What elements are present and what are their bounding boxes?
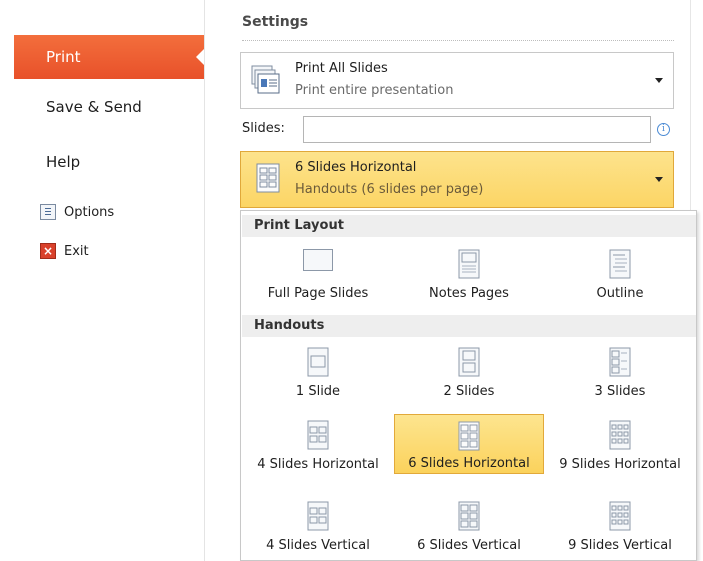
layout-label: Notes Pages bbox=[429, 286, 509, 301]
nav-item-save-send-label: Save & Send bbox=[46, 98, 142, 116]
full-page-slide-icon bbox=[303, 249, 333, 271]
layout-label: Full Page Slides bbox=[267, 286, 369, 301]
outline-icon bbox=[609, 249, 631, 279]
nav-item-print[interactable]: Print bbox=[14, 35, 204, 79]
six-slides-horizontal-icon bbox=[256, 163, 280, 193]
layout-label: 4 Slides Vertical bbox=[266, 538, 370, 553]
layout-label: 4 Slides Horizontal bbox=[257, 457, 379, 472]
print-layout-title: 6 Slides Horizontal bbox=[295, 160, 417, 175]
nav-item-options[interactable]: Options bbox=[40, 204, 114, 220]
print-layout-subtitle: Handouts (6 slides per page) bbox=[295, 182, 484, 197]
three-slides-icon bbox=[609, 347, 631, 377]
print-layout-dropdown[interactable]: 6 Slides Horizontal Handouts (6 slides p… bbox=[240, 151, 674, 208]
handout-1-slide[interactable]: 1 Slide bbox=[243, 341, 393, 401]
nav-item-save-send[interactable]: Save & Send bbox=[46, 98, 142, 116]
handout-6-slides-vertical[interactable]: 6 Slides Vertical bbox=[394, 495, 544, 555]
layout-notes-pages[interactable]: Notes Pages bbox=[394, 243, 544, 303]
settings-heading: Settings bbox=[242, 14, 309, 30]
options-icon bbox=[40, 204, 56, 220]
handout-3-slides[interactable]: 3 Slides bbox=[545, 341, 695, 401]
four-slides-vertical-icon bbox=[307, 501, 329, 531]
handout-9-slides-vertical[interactable]: 9 Slides Vertical bbox=[545, 495, 695, 555]
chevron-down-icon bbox=[655, 177, 663, 182]
nine-slides-vertical-icon bbox=[609, 501, 631, 531]
nav-divider bbox=[204, 0, 205, 561]
notes-pages-icon bbox=[458, 249, 480, 279]
layout-label: 2 Slides bbox=[443, 384, 495, 399]
backstage-nav: Print Save & Send Help Options × Exit bbox=[0, 0, 204, 561]
slides-label: Slides: bbox=[242, 121, 285, 136]
layout-label: Outline bbox=[596, 286, 644, 301]
nav-item-options-label: Options bbox=[64, 204, 115, 220]
two-slides-icon bbox=[458, 347, 480, 377]
print-range-title: Print All Slides bbox=[295, 61, 388, 76]
print-layout-gallery: Print Layout Full Page Slides Notes Page… bbox=[240, 210, 697, 561]
handout-2-slides[interactable]: 2 Slides bbox=[394, 341, 544, 401]
print-all-slides-icon bbox=[251, 65, 280, 94]
layout-label: 9 Slides Vertical bbox=[568, 538, 672, 553]
settings-rule bbox=[242, 40, 674, 41]
nav-item-exit-label: Exit bbox=[64, 243, 89, 259]
print-range-dropdown[interactable]: Print All Slides Print entire presentati… bbox=[240, 52, 674, 109]
handout-4-slides-vertical[interactable]: 4 Slides Vertical bbox=[243, 495, 393, 555]
layout-label: 6 Slides Horizontal bbox=[408, 456, 530, 471]
layout-label: 6 Slides Vertical bbox=[417, 538, 521, 553]
nine-slides-horizontal-icon bbox=[609, 420, 631, 450]
six-slides-horizontal-icon bbox=[458, 421, 480, 451]
nav-item-exit[interactable]: × Exit bbox=[40, 243, 89, 259]
nav-item-print-label: Print bbox=[46, 48, 81, 66]
slides-input[interactable] bbox=[303, 116, 651, 143]
layout-label: 9 Slides Horizontal bbox=[559, 457, 681, 472]
handout-9-slides-horizontal[interactable]: 9 Slides Horizontal bbox=[545, 414, 695, 474]
nav-item-help[interactable]: Help bbox=[46, 153, 80, 171]
print-range-subtitle: Print entire presentation bbox=[295, 83, 454, 98]
handouts-heading: Handouts bbox=[242, 315, 696, 337]
nav-item-help-label: Help bbox=[46, 153, 81, 171]
exit-icon: × bbox=[40, 243, 56, 259]
handout-4-slides-horizontal[interactable]: 4 Slides Horizontal bbox=[243, 414, 393, 474]
four-slides-horizontal-icon bbox=[307, 420, 329, 450]
print-layout-heading: Print Layout bbox=[242, 215, 696, 237]
handout-6-slides-horizontal[interactable]: 6 Slides Horizontal bbox=[394, 414, 544, 474]
info-icon[interactable]: i bbox=[657, 123, 670, 136]
layout-label: 1 Slide bbox=[295, 384, 341, 399]
chevron-down-icon bbox=[655, 78, 663, 83]
layout-label: 3 Slides bbox=[594, 384, 646, 399]
layout-outline[interactable]: Outline bbox=[545, 243, 695, 303]
six-slides-vertical-icon bbox=[458, 501, 480, 531]
layout-full-page-slides[interactable]: Full Page Slides bbox=[243, 243, 393, 303]
one-slide-icon bbox=[307, 347, 329, 377]
